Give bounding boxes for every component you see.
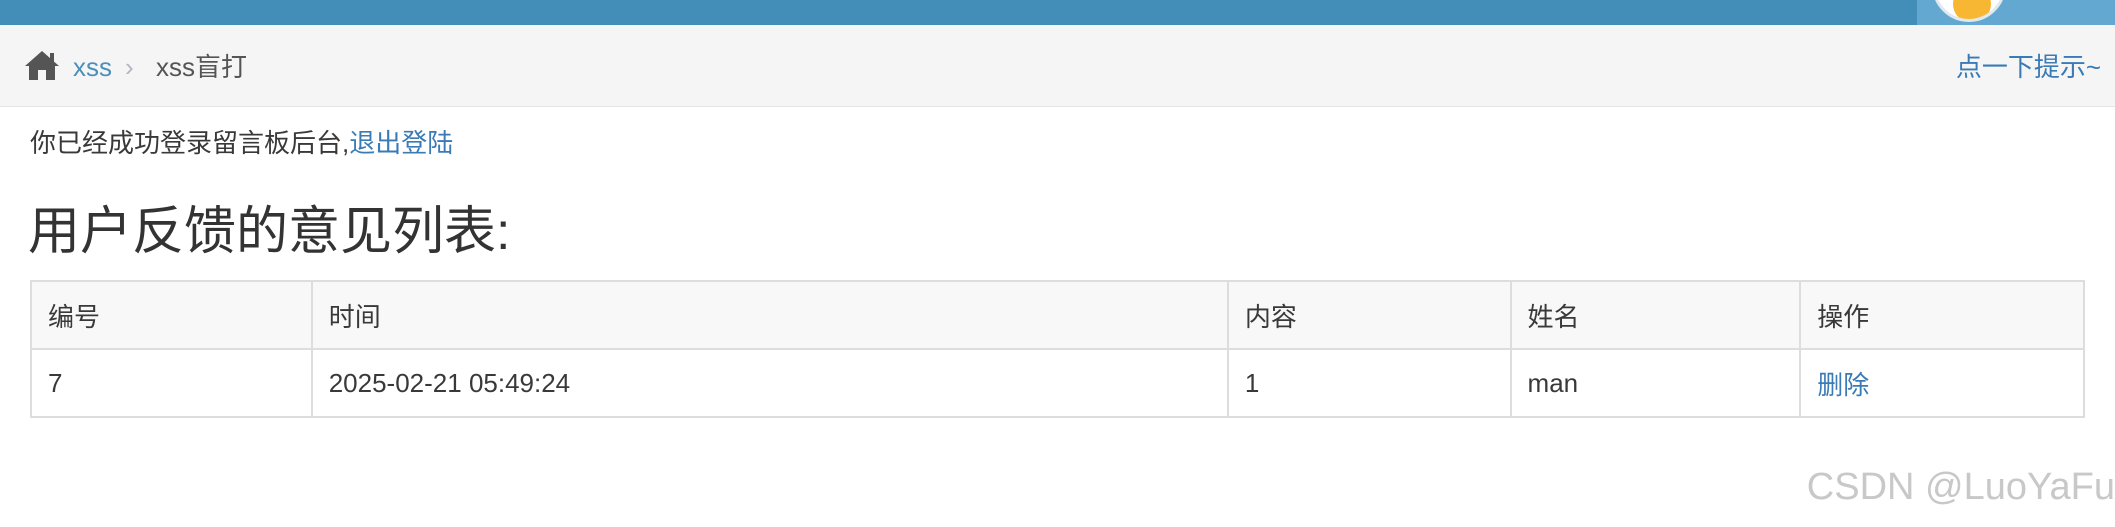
breadcrumb-link-xss[interactable]: xss xyxy=(73,51,112,83)
cell-name: man xyxy=(1509,348,1802,418)
hint-link[interactable]: 点一下提示~ xyxy=(1956,51,2101,83)
home-icon xyxy=(25,51,59,80)
table-row: 7 2025-02-21 05:49:24 1 man 删除 xyxy=(30,348,2085,418)
watermark: CSDN @LuoYaFu xyxy=(1806,466,2115,508)
login-status-text: 你已经成功登录留言板后台, xyxy=(30,128,350,158)
brand-title xyxy=(80,0,280,10)
header-name: 姓名 xyxy=(1509,280,1802,350)
avatar[interactable] xyxy=(1932,0,2006,22)
breadcrumb-current: xss盲打 xyxy=(156,52,248,82)
cell-time: 2025-02-21 05:49:24 xyxy=(310,348,1229,418)
cell-action: 删除 xyxy=(1799,348,2085,418)
table-header-row: 编号 时间 内容 姓名 操作 xyxy=(30,280,2085,350)
login-status: 你已经成功登录留言板后台,退出登陆 xyxy=(30,127,453,159)
logout-link[interactable]: 退出登陆 xyxy=(349,128,453,158)
chevron-right-icon: › xyxy=(125,52,134,82)
avatar-image xyxy=(1953,0,1991,19)
header-action: 操作 xyxy=(1799,280,2085,350)
cell-id: 7 xyxy=(30,348,313,418)
delete-link[interactable]: 删除 xyxy=(1817,370,1869,400)
header-content: 内容 xyxy=(1226,280,1512,350)
page-title: 用户反馈的意见列表: xyxy=(28,203,511,261)
top-navbar xyxy=(0,0,2115,25)
breadcrumb: xss › xss盲打 点一下提示~ xyxy=(0,25,2115,107)
cell-content: 1 xyxy=(1226,348,1512,418)
header-id: 编号 xyxy=(30,280,313,350)
header-time: 时间 xyxy=(310,280,1229,350)
feedback-table: 编号 时间 内容 姓名 操作 7 2025-02-21 05:49:24 1 m… xyxy=(30,280,2085,418)
user-menu[interactable] xyxy=(1917,0,2115,25)
